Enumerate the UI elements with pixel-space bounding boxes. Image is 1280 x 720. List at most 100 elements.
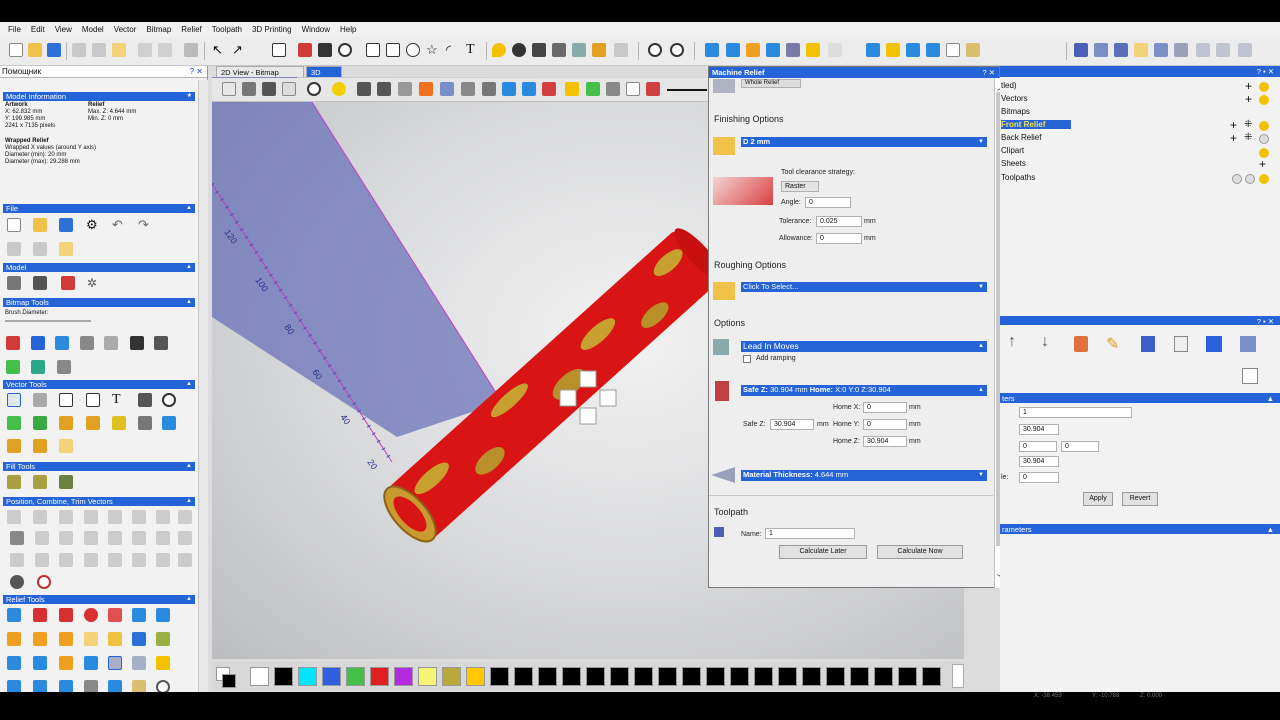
delete-icon[interactable] <box>1074 336 1088 352</box>
copy-icon[interactable] <box>33 242 47 256</box>
tool-folder-icon[interactable] <box>713 137 735 155</box>
open-folder-icon[interactable] <box>33 218 47 232</box>
color-swatch[interactable] <box>346 667 365 686</box>
drop-tool-icon[interactable] <box>492 43 506 57</box>
cube-view-2-icon[interactable] <box>242 82 256 96</box>
star-icon[interactable]: ☆ <box>426 43 440 57</box>
relief-tool-23-icon[interactable] <box>33 680 47 692</box>
add-layer-icon[interactable]: + <box>1245 80 1252 92</box>
relief-tool-22-icon[interactable] <box>7 680 21 692</box>
select-arrow-icon[interactable]: ↖ <box>212 43 226 57</box>
visibility-bulb-icon[interactable] <box>1259 121 1269 131</box>
node-edit-icon[interactable] <box>33 393 47 407</box>
section-position-combine[interactable]: Position, Combine, Trim Vectors ▲ <box>3 497 195 506</box>
section-vector-tools[interactable]: Vector Tools ▲ <box>3 380 195 389</box>
relief-tool-7-icon[interactable] <box>156 608 170 622</box>
view-tool-1-icon[interactable] <box>1074 43 1088 57</box>
relief-tool-9-icon[interactable] <box>33 632 47 646</box>
view-mode-11-icon[interactable] <box>606 82 620 96</box>
gear-icon[interactable]: ⚙ <box>86 218 100 232</box>
collapse-icon[interactable]: ▲ <box>186 462 192 471</box>
relief-tool-28-icon[interactable] <box>156 680 170 692</box>
color-swatch-empty[interactable] <box>802 667 821 686</box>
parameters-header[interactable]: rameters ▲ <box>1000 524 1280 534</box>
color-swatch[interactable] <box>370 667 389 686</box>
shape-icon[interactable] <box>338 43 352 57</box>
home-z-input[interactable]: 30.904 <box>863 436 907 447</box>
copy-vector-icon[interactable] <box>33 416 47 430</box>
position-tool-24-icon[interactable] <box>178 553 192 567</box>
roughing-tool-select[interactable]: Click To Select... ▼ <box>741 282 987 292</box>
layer-sheets[interactable]: Sheets <box>1001 159 1026 168</box>
relief-tool-4-icon[interactable] <box>766 43 780 57</box>
export-icon[interactable] <box>1206 336 1222 352</box>
color-swatch-empty[interactable] <box>610 667 629 686</box>
collapse-icon[interactable]: ▲ <box>186 380 192 389</box>
relief-tool-3-icon[interactable] <box>59 608 73 622</box>
paste-icon[interactable] <box>112 43 126 57</box>
view-tool-5-icon[interactable] <box>1154 43 1168 57</box>
color-swatch[interactable] <box>394 667 413 686</box>
relief-tool-4-icon[interactable] <box>84 608 98 622</box>
position-tool-23-icon[interactable] <box>156 553 170 567</box>
relief-tool-16-icon[interactable] <box>33 656 47 670</box>
calculate-later-button[interactable]: Calculate Later <box>779 545 867 559</box>
menu-window[interactable]: Window <box>302 25 330 34</box>
pin-icon[interactable]: ★ <box>187 92 192 101</box>
grid-icon[interactable]: ⁜ <box>1244 119 1252 131</box>
relief-tool-9-icon[interactable] <box>886 43 900 57</box>
zoom-icon[interactable] <box>648 43 662 57</box>
eyedropper-icon[interactable] <box>154 336 168 350</box>
home-x-input[interactable]: 0 <box>863 402 907 413</box>
relief-tool-14-icon[interactable] <box>156 632 170 646</box>
visibility-bulb-icon[interactable] <box>1259 95 1269 105</box>
position-tool-14-icon[interactable] <box>132 531 146 545</box>
relief-tool-12-icon[interactable] <box>946 43 960 57</box>
bracket-icon[interactable] <box>33 439 47 453</box>
eraser-icon[interactable] <box>104 336 118 350</box>
visibility-bulb-icon[interactable] <box>1232 174 1242 184</box>
undo-icon[interactable]: ↶ <box>112 218 126 232</box>
simulate-icon[interactable] <box>1240 336 1256 352</box>
add-layer-icon[interactable]: + <box>1230 119 1237 131</box>
grid-icon[interactable]: ⁜ <box>1244 132 1252 144</box>
view-mode-7-icon[interactable] <box>522 82 536 96</box>
model-tool-1-icon[interactable] <box>7 276 21 290</box>
pen-icon[interactable] <box>57 360 71 374</box>
relief-tool-5-icon[interactable] <box>786 43 800 57</box>
visibility-bulb-icon[interactable] <box>1259 82 1269 92</box>
position-tool-8-icon[interactable] <box>178 510 192 524</box>
tab-2d-view[interactable]: 2D View - Bitmap Layer <box>216 66 304 88</box>
layer-vectors[interactable]: Vectors <box>1001 94 1028 103</box>
paste-icon[interactable] <box>59 242 73 256</box>
relief-tool-15-icon[interactable] <box>7 656 21 670</box>
relief-tool-24-icon[interactable] <box>59 680 73 692</box>
home-y-input[interactable]: 0 <box>863 419 907 430</box>
color-swatch-secondary[interactable] <box>222 674 236 688</box>
color-swatch[interactable] <box>442 667 461 686</box>
vector-select-icon[interactable] <box>7 393 21 407</box>
tool-folder-icon[interactable] <box>713 282 735 300</box>
fill-tool-3-icon[interactable] <box>59 475 73 489</box>
scatter-icon[interactable] <box>138 416 152 430</box>
target-icon[interactable] <box>670 43 684 57</box>
color-swatch-empty[interactable] <box>490 667 509 686</box>
menu-file[interactable]: File <box>8 25 21 34</box>
visibility-bulb-icon[interactable] <box>1245 174 1255 184</box>
light-bulb-icon[interactable] <box>332 82 346 96</box>
area-select[interactable]: Whole Relief <box>741 79 801 88</box>
relief-tool-27-icon[interactable] <box>132 680 146 692</box>
properties-header[interactable]: ters ▲ <box>1000 393 1280 403</box>
layer-front-relief[interactable]: Front Relief <box>1001 120 1071 129</box>
bitmap-to-vector-icon[interactable] <box>31 360 45 374</box>
position-tool-1-icon[interactable] <box>7 510 21 524</box>
undo-icon[interactable] <box>138 43 152 57</box>
material-thickness-header[interactable]: Material Thickness: 4.644 mm ▼ <box>741 470 987 481</box>
prop-field-1[interactable]: 1 <box>1019 407 1132 418</box>
apply-button[interactable]: Apply <box>1083 492 1113 506</box>
pin-icon[interactable] <box>512 43 526 57</box>
menu-bitmap[interactable]: Bitmap <box>146 25 171 34</box>
node-edit-icon[interactable]: ↗ <box>232 43 246 57</box>
copy-icon[interactable] <box>92 43 106 57</box>
position-tool-4-icon[interactable] <box>84 510 98 524</box>
